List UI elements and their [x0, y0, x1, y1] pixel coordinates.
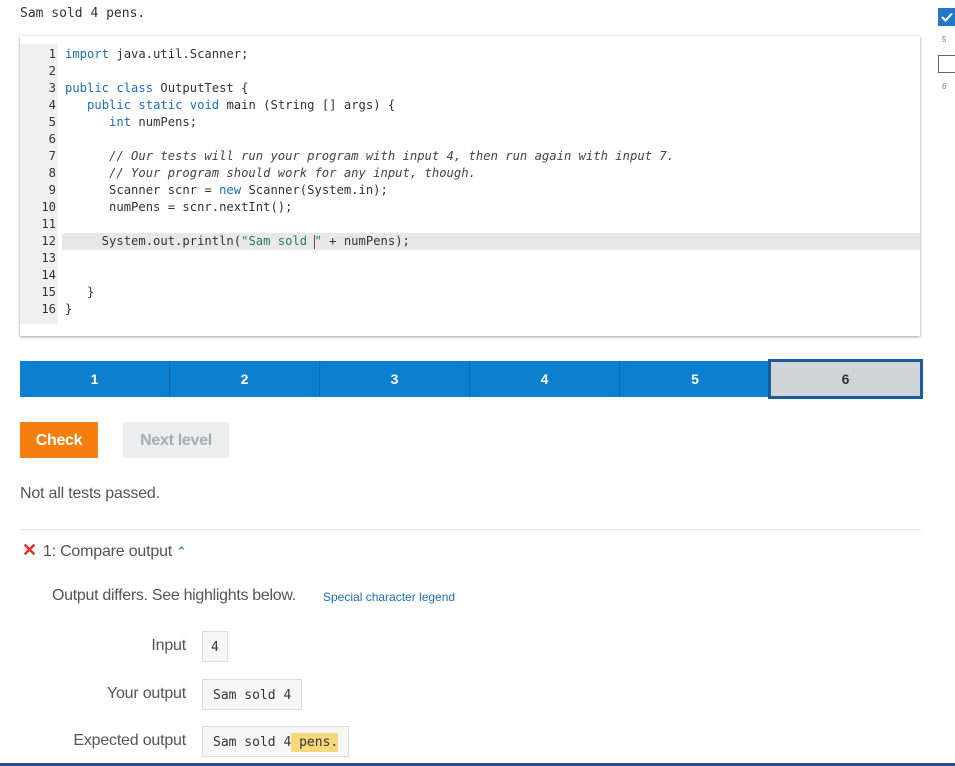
code-line[interactable]: 16} — [20, 301, 920, 318]
your-output-label: Your output — [106, 685, 186, 702]
code-line[interactable]: 6 — [20, 131, 920, 148]
code-line[interactable]: 5 int numPens; — [20, 114, 920, 131]
code-line[interactable]: 4 public static void main (String [] arg… — [20, 97, 920, 114]
test-title: 1: Compare output — [42, 543, 173, 560]
divider — [20, 529, 921, 530]
code-line[interactable]: 3 public class OutputTest { — [20, 80, 920, 97]
line-number: 6 — [48, 132, 56, 146]
code-text[interactable]: } — [65, 284, 94, 301]
line-number: 12 — [41, 234, 56, 248]
code-text[interactable]: public class OutputTest { — [65, 80, 248, 97]
line-number: 2 — [48, 64, 56, 78]
check-button[interactable]: Check — [20, 422, 98, 458]
input-label: Input — [151, 637, 186, 654]
line-number: 15 — [41, 285, 56, 299]
line-number: 14 — [41, 268, 56, 282]
line-number: 8 — [48, 166, 56, 180]
fail-x-icon: ✕ — [22, 540, 37, 560]
level-6-tab[interactable]: 6 — [768, 359, 923, 399]
incomplete-checkbox-icon[interactable] — [938, 55, 955, 73]
line-number: 10 — [41, 200, 56, 214]
program-output-prompt: Sam sold 4 pens. — [20, 6, 146, 21]
level-2-tab[interactable]: 2 — [170, 361, 320, 397]
line-number: 9 — [48, 183, 56, 197]
code-text[interactable]: numPens = scnr.nextInt(); — [65, 199, 292, 216]
code-line[interactable]: 8 // Your program should work for any in… — [20, 165, 920, 182]
input-value: 4 — [202, 631, 228, 662]
your-output-value: Sam sold 4 — [202, 679, 303, 710]
result-message: Not all tests passed. — [20, 485, 160, 502]
next-level-button[interactable]: Next level — [123, 422, 229, 458]
code-text[interactable]: public static void main (String [] args)… — [65, 97, 395, 114]
code-text[interactable]: } — [65, 301, 72, 318]
line-number: 13 — [41, 251, 56, 265]
code-line[interactable]: 7 // Our tests will run your program wit… — [20, 148, 920, 165]
code-editor[interactable]: 1 import java.util.Scanner; 2 3 public class… — [20, 36, 920, 336]
line-number: 3 — [48, 81, 56, 95]
line-number: 1 — [48, 47, 56, 61]
code-line[interactable]: 13 — [20, 250, 920, 267]
line-number: 7 — [48, 149, 56, 163]
code-line[interactable]: 11 — [20, 216, 920, 233]
line-number: 16 — [41, 302, 56, 316]
expected-output-label: Expected output — [73, 732, 186, 749]
expected-output-match: Sam sold 4 — [213, 735, 292, 750]
code-text[interactable]: int numPens; — [65, 114, 197, 131]
level-3-tab[interactable]: 3 — [320, 361, 470, 397]
level-1-tab[interactable]: 1 — [20, 361, 170, 397]
code-line[interactable]: 2 — [20, 63, 920, 80]
code-text[interactable]: import java.util.Scanner; — [65, 46, 248, 63]
code-line[interactable]: 15 } — [20, 284, 920, 301]
chevron-up-icon[interactable]: ⌃ — [176, 544, 187, 559]
line-number: 4 — [48, 98, 56, 112]
line-number: 5 — [48, 115, 56, 129]
line-number: 11 — [41, 217, 56, 231]
side-item-number: 5 — [942, 35, 947, 44]
test-result-header[interactable]: ✕ 1: Compare output ⌃ — [22, 540, 187, 561]
code-text[interactable]: // Our tests will run your program with … — [65, 148, 674, 165]
code-text[interactable]: System.out.println("Sam sold " + numPens… — [65, 233, 410, 250]
code-line[interactable]: 14 — [20, 267, 920, 284]
code-text[interactable]: Scanner scnr = new Scanner(System.in); — [65, 182, 388, 199]
completed-checkbox-icon[interactable] — [938, 8, 955, 26]
code-line[interactable]: 12 System.out.println("Sam sold " + numP… — [20, 233, 920, 250]
level-5-tab[interactable]: 5 — [620, 361, 770, 397]
level-4-tab[interactable]: 4 — [470, 361, 620, 397]
code-line[interactable]: 1 import java.util.Scanner; — [20, 46, 920, 63]
side-item-number: 6 — [942, 82, 947, 91]
expected-output-diff-highlight: pens. — [291, 733, 339, 752]
code-line[interactable]: 10 numPens = scnr.nextInt(); — [20, 199, 920, 216]
code-line[interactable]: 9 Scanner scnr = new Scanner(System.in); — [20, 182, 920, 199]
special-character-legend-link[interactable]: Special character legend — [323, 590, 455, 604]
code-text[interactable]: // Your program should work for any inpu… — [65, 165, 476, 182]
expected-output-value: Sam sold 4 pens. — [202, 726, 350, 757]
level-progress-bar: 1 2 3 4 5 6 — [20, 359, 923, 399]
diff-message: Output differs. See highlights below. — [52, 587, 296, 604]
